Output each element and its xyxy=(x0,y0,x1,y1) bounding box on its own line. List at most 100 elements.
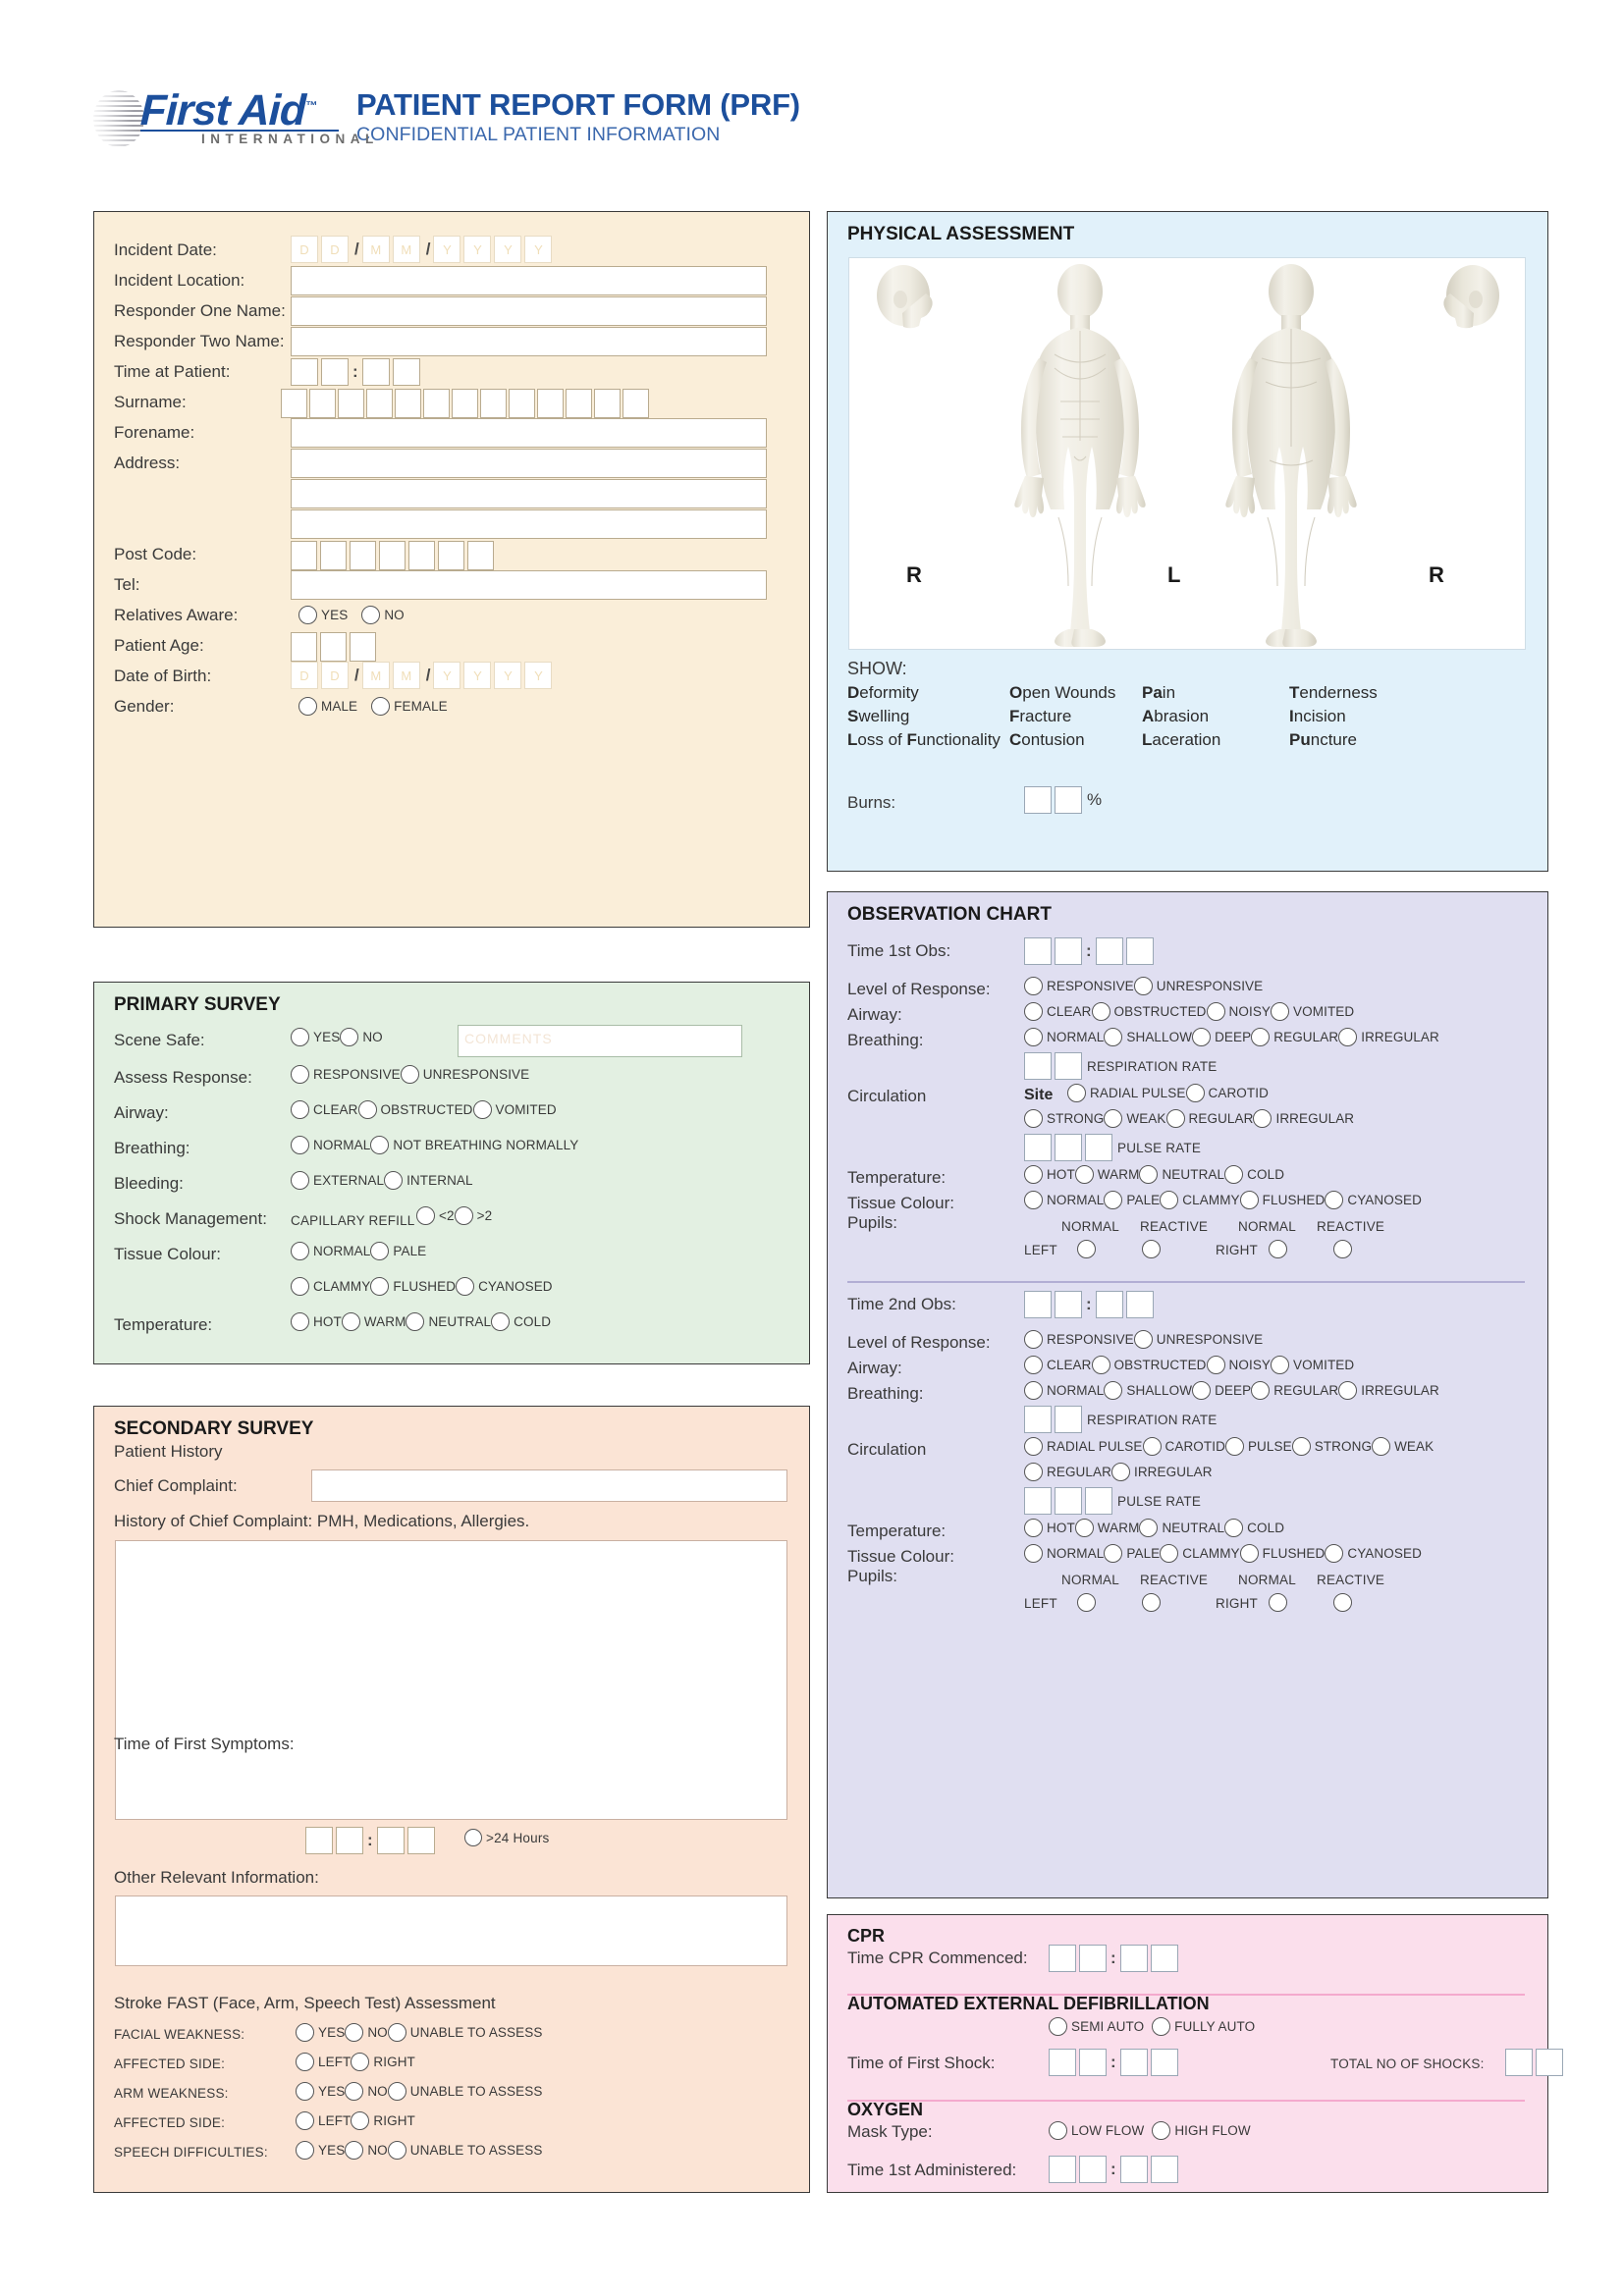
post-code-cell[interactable] xyxy=(408,541,435,570)
option-pale[interactable]: PALE xyxy=(1104,1191,1160,1209)
radio-hot[interactable] xyxy=(291,1312,309,1331)
input-cell[interactable] xyxy=(1049,2049,1076,2076)
input-cell[interactable] xyxy=(1049,1945,1076,1972)
option-irregular[interactable]: IRREGULAR xyxy=(1338,1028,1439,1046)
radio-vomited[interactable] xyxy=(1271,1356,1290,1374)
option-no[interactable]: NO xyxy=(345,2082,388,2101)
input-cell[interactable] xyxy=(1024,1291,1052,1318)
radio-no[interactable] xyxy=(345,2023,364,2042)
surname-cell[interactable] xyxy=(423,389,450,418)
option-cold[interactable]: COLD xyxy=(491,1312,551,1331)
radio-high-flow[interactable] xyxy=(1152,2121,1171,2140)
input-cell[interactable] xyxy=(1119,2049,1148,2076)
option-carotid[interactable]: CAROTID xyxy=(1142,1437,1225,1456)
radio-noisy[interactable] xyxy=(1206,1002,1225,1021)
radio-strong[interactable] xyxy=(1024,1109,1043,1128)
option-normal[interactable]: NORMAL xyxy=(291,1242,370,1260)
radio-not-breathing-normally[interactable] xyxy=(370,1136,390,1154)
pupils-left-reactive-radio[interactable] xyxy=(1142,1240,1161,1258)
option-clammy[interactable]: CLAMMY xyxy=(291,1277,370,1296)
date-cell[interactable]: M xyxy=(392,662,420,689)
surname-cell[interactable] xyxy=(480,389,507,418)
radio-yes[interactable] xyxy=(296,2141,314,2160)
radio-no[interactable] xyxy=(345,2141,364,2160)
radio-obstructed[interactable] xyxy=(1091,1002,1110,1021)
address-line-3-input[interactable] xyxy=(291,509,767,539)
option-vomited[interactable]: VOMITED xyxy=(1271,1002,1354,1021)
option-flushed[interactable]: FLUSHED xyxy=(370,1277,456,1296)
option-hot[interactable]: HOT xyxy=(1024,1519,1075,1537)
input-cell[interactable] xyxy=(1125,937,1154,965)
surname-cell[interactable] xyxy=(338,389,364,418)
input-cell[interactable] xyxy=(392,358,420,386)
radio-cold[interactable] xyxy=(1224,1519,1244,1537)
option-vomited[interactable]: VOMITED xyxy=(472,1100,557,1119)
radio-unable-to-assess[interactable] xyxy=(387,2082,406,2101)
radio-deep[interactable] xyxy=(1192,1028,1212,1046)
input-cell[interactable] xyxy=(1150,2049,1178,2076)
radio-hot[interactable] xyxy=(1024,1165,1043,1184)
radio-carotid[interactable] xyxy=(1185,1084,1205,1102)
option-weak[interactable]: WEAK xyxy=(1372,1437,1434,1456)
option-responsive[interactable]: RESPONSIVE xyxy=(1024,1330,1134,1349)
radio-clammy[interactable] xyxy=(1160,1191,1179,1209)
input-cell[interactable] xyxy=(1536,2049,1563,2076)
date-cell[interactable]: Y xyxy=(494,236,522,263)
radio-normal[interactable] xyxy=(1024,1381,1043,1400)
radio-normal[interactable] xyxy=(1024,1544,1043,1563)
radio-clear[interactable] xyxy=(1024,1002,1043,1021)
option-yes[interactable]: YES xyxy=(296,2082,345,2101)
option-semi-auto[interactable]: SEMI AUTO xyxy=(1049,2017,1144,2036)
option-pale[interactable]: PALE xyxy=(1104,1544,1160,1563)
option-vomited[interactable]: VOMITED xyxy=(1271,1356,1354,1374)
input-cell[interactable] xyxy=(361,358,390,386)
option-strong[interactable]: STRONG xyxy=(1024,1109,1104,1128)
option-cyanosed[interactable]: CYANOSED xyxy=(1325,1191,1422,1209)
radio-warm[interactable] xyxy=(1074,1165,1094,1184)
option-regular[interactable]: REGULAR xyxy=(1251,1028,1338,1046)
option-normal[interactable]: NORMAL xyxy=(1024,1191,1104,1209)
radio-pale[interactable] xyxy=(1104,1544,1123,1563)
radio-noisy[interactable] xyxy=(1206,1356,1225,1374)
surname-cell[interactable] xyxy=(452,389,478,418)
radio-cyanosed[interactable] xyxy=(1325,1191,1344,1209)
radio-unable-to-assess[interactable] xyxy=(387,2023,406,2042)
input-cell[interactable] xyxy=(1055,1487,1082,1515)
option-deep[interactable]: DEEP xyxy=(1192,1381,1251,1400)
option-shallow[interactable]: SHALLOW xyxy=(1104,1381,1192,1400)
post-code-cell[interactable] xyxy=(467,541,494,570)
input-cell[interactable] xyxy=(1055,1134,1082,1161)
input-cell[interactable] xyxy=(1079,2049,1107,2076)
radio-semi-auto[interactable] xyxy=(1049,2017,1067,2036)
input-cell[interactable] xyxy=(1079,2156,1107,2183)
radio-vomited[interactable] xyxy=(472,1100,492,1119)
input-cell[interactable] xyxy=(1024,1052,1052,1080)
date-cell[interactable]: M xyxy=(361,236,390,263)
radio-neutral[interactable] xyxy=(1139,1519,1159,1537)
input-cell[interactable] xyxy=(291,358,318,386)
radio-radial-pulse[interactable] xyxy=(1067,1084,1086,1102)
radio-clammy[interactable] xyxy=(1160,1544,1179,1563)
radio-flushed[interactable] xyxy=(1239,1191,1259,1209)
date-cell[interactable]: Y xyxy=(494,662,522,689)
option-radial-pulse[interactable]: RADIAL PULSE xyxy=(1067,1084,1186,1102)
date-cell[interactable]: Y xyxy=(524,662,553,689)
input-cell[interactable] xyxy=(1055,786,1082,814)
option-shallow[interactable]: SHALLOW xyxy=(1104,1028,1192,1046)
input-cell[interactable] xyxy=(1024,1406,1052,1433)
radio-flushed[interactable] xyxy=(1239,1544,1259,1563)
radio-responsive[interactable] xyxy=(1024,1330,1043,1349)
radio--2[interactable] xyxy=(416,1206,435,1225)
radio-no[interactable] xyxy=(345,2082,364,2101)
option-no[interactable]: NO xyxy=(345,2141,388,2160)
body-diagram-canvas[interactable]: R L R xyxy=(848,257,1526,650)
radio-responsive[interactable] xyxy=(291,1065,309,1084)
input-cell[interactable] xyxy=(1150,1945,1178,1972)
radio-low-flow[interactable] xyxy=(1049,2121,1067,2140)
input-cell[interactable] xyxy=(305,1827,333,1854)
input-cell[interactable] xyxy=(1024,1487,1052,1515)
post-code-cell[interactable] xyxy=(438,541,464,570)
post-code-cell[interactable] xyxy=(350,541,376,570)
radio-warm[interactable] xyxy=(1074,1519,1094,1537)
radio-shallow[interactable] xyxy=(1104,1381,1123,1400)
